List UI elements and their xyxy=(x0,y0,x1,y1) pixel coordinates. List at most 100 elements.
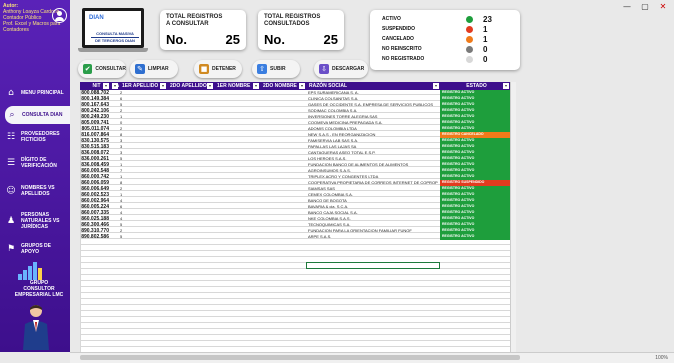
column-header-raz-n-social[interactable]: RAZÓN SOCIAL ▾ xyxy=(306,82,440,90)
scroll-thumb[interactable] xyxy=(80,355,520,360)
laptop-caption: DE TERCEROS DIAN xyxy=(91,37,139,43)
filter-dropdown-icon[interactable]: ▾ xyxy=(433,83,439,89)
minimize-button[interactable]: — xyxy=(620,2,634,12)
sidebar-item-personas-naturales-vs-jur-dicas[interactable]: ♟ PERSONAS NATURALES VS JURÍDICAS xyxy=(4,212,68,230)
sidebar-item-label: PERSONAS NATURALES VS JURÍDICAS xyxy=(21,212,60,230)
person-group-icon: ♟ xyxy=(6,216,16,226)
users-icon: ☺ xyxy=(6,186,16,196)
button-label: SUBIR xyxy=(270,66,286,72)
results-sheet[interactable]: NIT▾DV▾1ER APELLIDO▾2DO APELLIDO▾1ER NOM… xyxy=(80,82,510,352)
user-icon[interactable] xyxy=(52,8,67,23)
status-count: 1 xyxy=(483,25,488,34)
limpiar-button[interactable]: ✎ LIMPIAR xyxy=(130,60,178,78)
button-label: DESCARGAR xyxy=(332,66,365,72)
filter-dropdown-icon[interactable]: ▾ xyxy=(160,83,166,89)
consultar-button[interactable]: ✔ CONSULTAR xyxy=(78,60,126,78)
status-dot-icon xyxy=(466,46,473,53)
author-line: Contadores xyxy=(3,27,29,33)
group-icon: ⚑ xyxy=(6,244,16,254)
status-label: NO REINSCRITO xyxy=(382,46,422,52)
status-row: NO REGISTRADO 0 xyxy=(378,55,518,65)
home-icon: ⌂ xyxy=(8,88,14,98)
razon-social-cell[interactable]: ARPE S.A.S. xyxy=(308,234,438,240)
status-row: NO REINSCRITO 0 xyxy=(378,45,518,55)
sidebar-item-label: MENU PRINCIPAL xyxy=(21,90,64,96)
card-value: 25 xyxy=(323,32,338,47)
status-dot-icon xyxy=(466,16,473,23)
status-label: SUSPENDIDO xyxy=(382,26,416,32)
sidebar-item-proveedores-ficticios[interactable]: ☷ PROVEEDORES FICTICIOS xyxy=(4,128,68,146)
company-logo: GRUPO CONSULTOR EMPRESARIAL LMC xyxy=(12,258,63,298)
vertical-scrollbar[interactable] xyxy=(510,82,516,352)
sidebar-item-label: DÍGITO DE VERIFICACIÓN xyxy=(21,157,57,169)
status-label: ACTIVO xyxy=(382,16,401,22)
column-header-1er-nombre[interactable]: 1ER NOMBRE ▾ xyxy=(214,82,260,90)
status-row: SUSPENDIDO 1 xyxy=(378,25,518,35)
status-label: CANCELADO xyxy=(382,36,414,42)
sidebar-item-menu-principal[interactable]: ⌂ MENU PRINCIPAL xyxy=(4,84,68,102)
close-button[interactable]: ✕ xyxy=(656,2,670,12)
nit-cell[interactable]: 890.802.586 xyxy=(80,234,109,240)
filter-dropdown-icon[interactable]: ▾ xyxy=(207,83,213,89)
button-label: DETENER xyxy=(212,66,236,72)
upload-icon: ⇧ xyxy=(257,64,267,74)
column-header-label: 1ER APELLIDO xyxy=(122,83,159,89)
status-count: 0 xyxy=(483,45,488,54)
card-no-label: No. xyxy=(166,32,187,47)
sidebar: Autor: Anthony Loayza Cardona Contador P… xyxy=(0,0,70,352)
people-icon: ☷ xyxy=(6,132,16,142)
sidebar-item-consulta-dian[interactable]: ⌕ CONSULTA DIAN xyxy=(5,106,70,124)
button-label: CONSULTAR xyxy=(95,66,126,72)
card-title: TOTAL REGISTROS A CONSULTAR xyxy=(166,14,223,27)
button-label: LIMPIAR xyxy=(148,66,169,72)
column-header-label: 1ER NOMBRE xyxy=(217,83,251,89)
column-header-nit[interactable]: NIT ▾ xyxy=(80,82,110,90)
zoom-level: 100% xyxy=(655,355,668,361)
sidebar-item-nombres-vs-apellidos[interactable]: ☺ NOMBRES VS APELLIDOS xyxy=(4,182,68,200)
author-header: Autor: Anthony Loayza Cardona Contador P… xyxy=(0,0,70,52)
card-title: TOTAL REGISTROS CONSULTADOS xyxy=(264,14,321,27)
column-header-2do-nombre[interactable]: 2DO NOMBRE ▾ xyxy=(260,82,306,90)
status-summary: ACTIVO 23 SUSPENDIDO 1 CANCELADO 1 NO REINSCRI… xyxy=(370,10,520,70)
subir-button[interactable]: ⇧ SUBIR xyxy=(252,60,300,78)
horizontal-scrollbar[interactable]: 100% xyxy=(70,352,674,363)
detener-button[interactable]: ■ DETENER xyxy=(194,60,242,78)
bar-chart-icon xyxy=(18,262,42,280)
table-row[interactable]: 890.802.586 5 ARPE S.A.S. REGISTRO ACTIVO xyxy=(80,234,510,240)
laptop-caption: CONSULTA MASIVA xyxy=(96,31,134,36)
dian-laptop-graphic: DIAN CONSULTA MASIVA DE TERCEROS DIAN xyxy=(78,6,148,54)
column-header-label: 2DO NOMBRE xyxy=(263,83,297,89)
column-header-1er-apellido[interactable]: 1ER APELLIDO ▾ xyxy=(119,82,167,90)
stop-icon: ■ xyxy=(199,64,209,74)
sidebar-item-label: GRUPOS DE APOYO xyxy=(21,243,52,255)
avatar xyxy=(23,305,49,350)
sidebar-item-grupos-de-apoyo[interactable]: ⚑ GRUPOS DE APOYO xyxy=(4,240,68,258)
status-dot-icon xyxy=(466,36,473,43)
dv-cell[interactable]: 5 xyxy=(120,234,128,240)
estado-cell[interactable]: REGISTRO ACTIVO xyxy=(440,234,510,240)
selected-cell[interactable] xyxy=(306,262,440,269)
filter-dropdown-icon[interactable]: ▾ xyxy=(103,83,109,89)
column-header-2do-apellido[interactable]: 2DO APELLIDO ▾ xyxy=(167,82,214,90)
sidebar-item-label: PROVEEDORES FICTICIOS xyxy=(21,131,60,143)
status-count: 0 xyxy=(483,55,488,64)
column-header-label: ESTADO xyxy=(466,83,487,89)
column-header-estado[interactable]: ESTADO ▾ xyxy=(440,82,510,90)
sidebar-item-label: NOMBRES VS APELLIDOS xyxy=(21,185,55,197)
filter-dropdown-icon[interactable]: ▾ xyxy=(112,83,118,89)
download-icon: ⇩ xyxy=(319,64,329,74)
filter-dropdown-icon[interactable]: ▾ xyxy=(299,83,305,89)
eraser-icon: ✎ xyxy=(135,64,145,74)
descargar-button[interactable]: ⇩ DESCARGAR xyxy=(314,60,368,78)
filter-dropdown-icon[interactable]: ▾ xyxy=(503,83,509,89)
status-count: 1 xyxy=(483,35,488,44)
filter-dropdown-icon[interactable]: ▾ xyxy=(253,83,259,89)
maximize-button[interactable]: ▢ xyxy=(638,2,652,12)
status-count: 23 xyxy=(483,15,492,24)
status-label: NO REGISTRADO xyxy=(382,56,425,62)
sidebar-item-d-gito-de-verificaci-n[interactable]: ☰ DÍGITO DE VERIFICACIÓN xyxy=(4,154,68,172)
status-dot-icon xyxy=(466,26,473,33)
total-to-consult-card: TOTAL REGISTROS A CONSULTAR No. 25 xyxy=(160,10,246,50)
column-header-dv[interactable]: DV▾ xyxy=(110,82,119,90)
column-header-label: RAZÓN SOCIAL xyxy=(309,83,348,89)
